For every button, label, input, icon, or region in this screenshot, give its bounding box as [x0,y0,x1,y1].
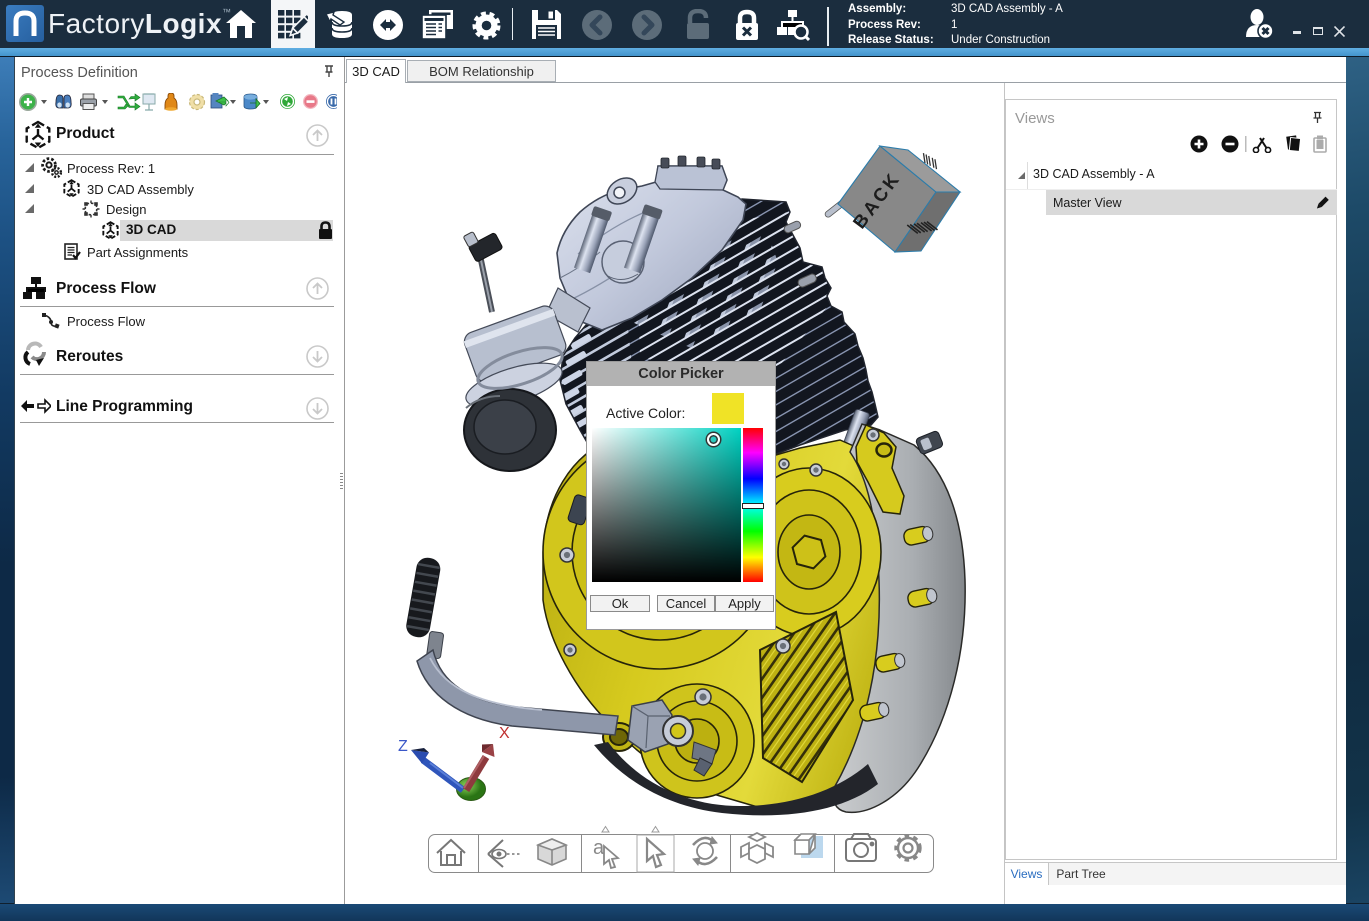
svg-text:X: X [499,725,510,742]
svg-text:Z: Z [398,738,408,755]
